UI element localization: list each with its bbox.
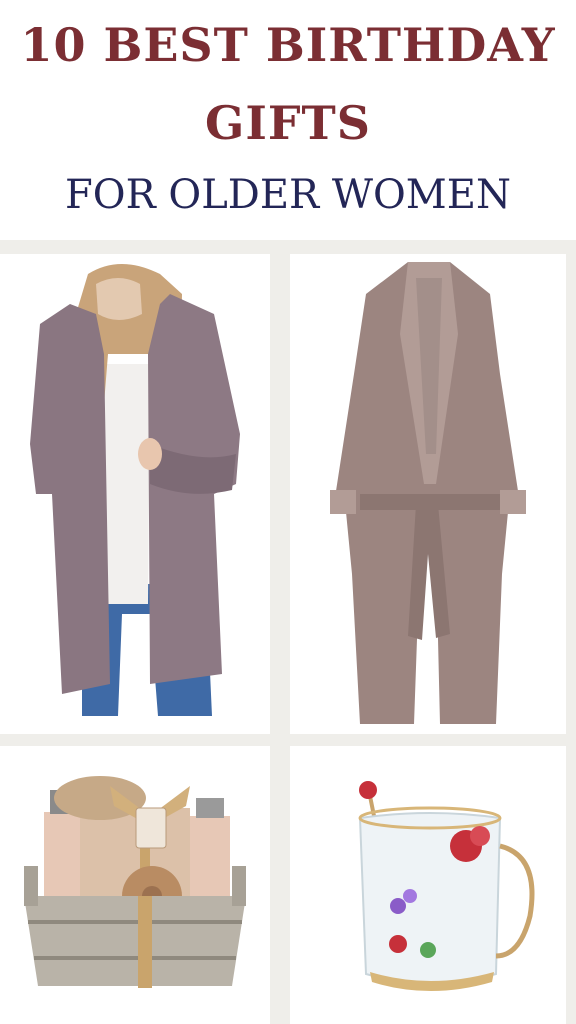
- product-tile-glass-mug[interactable]: [290, 746, 566, 1024]
- product-tile-spa-basket[interactable]: [0, 746, 270, 1024]
- page-subtitle: FOR OLDER WOMEN: [65, 172, 511, 218]
- spa-basket-image: [24, 776, 246, 988]
- glass-mug-image: [358, 781, 535, 991]
- page-title-line-2: GIFTS: [205, 96, 371, 150]
- header: 10 BEST BIRTHDAY GIFTS FOR OLDER WOMEN: [0, 0, 576, 240]
- product-tile-cardigan[interactable]: [0, 254, 270, 734]
- robe-image: [330, 262, 526, 724]
- cardigan-image: [30, 264, 240, 716]
- product-tile-robe[interactable]: [290, 254, 566, 734]
- page-title-line-1: 10 BEST BIRTHDAY: [20, 18, 556, 72]
